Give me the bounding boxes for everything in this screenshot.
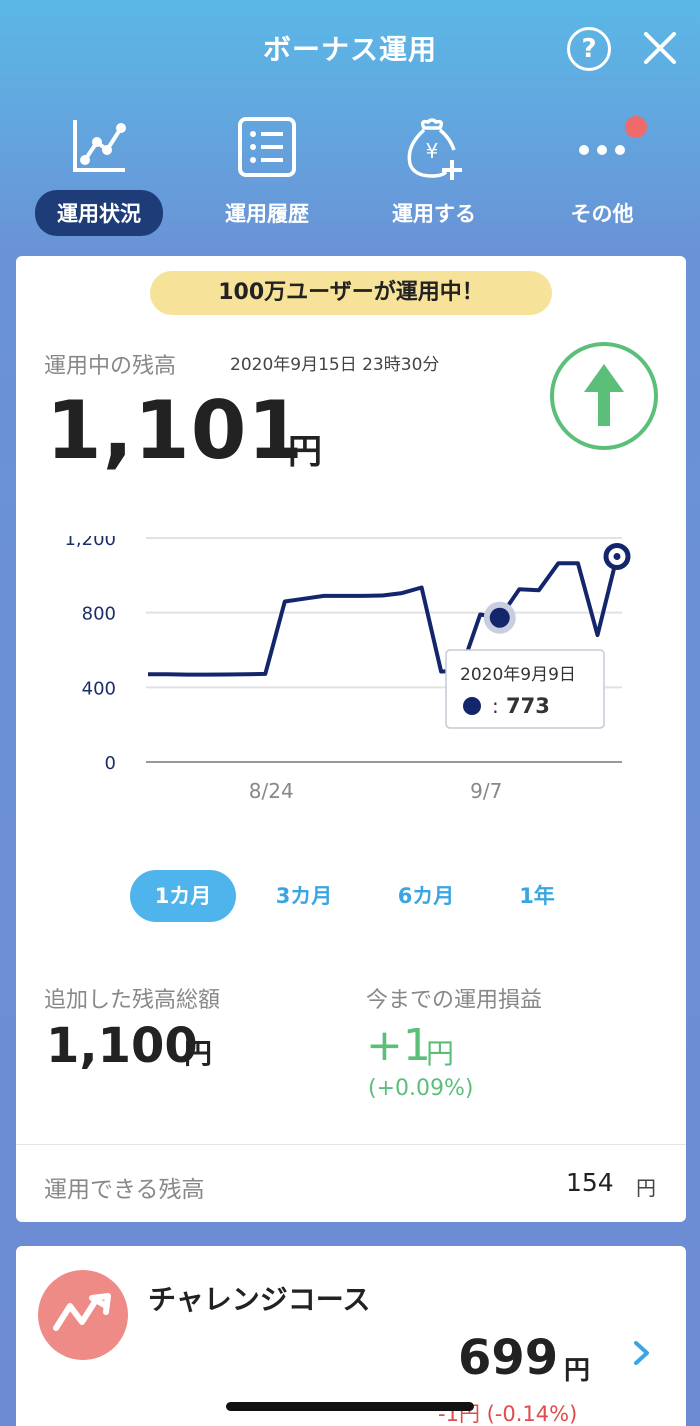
selected-point: [489, 607, 510, 628]
course-icon-badge: [38, 1270, 128, 1360]
nav-label: 運用状況: [35, 190, 163, 236]
balance-label: 運用中の残高: [44, 354, 177, 379]
nav-item-other[interactable]: その他: [532, 108, 672, 238]
nav-label: その他: [570, 202, 634, 226]
course-unit: 円: [564, 1356, 591, 1386]
nav-item-status[interactable]: 運用状況: [29, 108, 169, 238]
x-tick-label: 8/24: [249, 779, 294, 803]
tooltip-separator: :: [492, 694, 499, 718]
nav-item-invest[interactable]: ¥ 運用する: [364, 108, 504, 238]
balance-amount: 1,101: [46, 384, 305, 477]
x-tick-label: 9/7: [470, 779, 502, 803]
latest-point-dot: [613, 552, 621, 560]
nav-label: 運用履歴: [225, 202, 309, 226]
notification-dot: [625, 116, 647, 138]
y-tick-label: 0: [105, 753, 116, 774]
trend-up-icon: [53, 1293, 111, 1331]
trend-indicator: [550, 342, 658, 450]
course-value: 699: [458, 1330, 559, 1386]
available-balance-value: 154: [566, 1168, 614, 1197]
tooltip-value: 773: [506, 694, 550, 718]
top-nav: 運用状況 運用履歴 ¥ 運用する その他: [0, 108, 700, 248]
y-tick-label: 800: [82, 604, 116, 625]
period-tab-1m[interactable]: 1カ月: [130, 870, 236, 922]
nav-label: 運用する: [392, 202, 476, 226]
profit-loss-value: +1: [366, 1020, 431, 1071]
added-total-unit: 円: [184, 1037, 213, 1070]
balance-chart: 1,200 800 400 0 8/24 9/7 2020年9月9日: 773: [64, 536, 631, 803]
period-tab-1y[interactable]: 1年: [492, 870, 582, 922]
course-card[interactable]: チャレンジコース 699 円 -1円 (-0.14%): [16, 1246, 686, 1426]
nav-item-history[interactable]: 運用履歴: [197, 108, 337, 238]
added-total-value: 1,100: [46, 1018, 198, 1074]
available-balance-label: 運用できる残高: [44, 1177, 205, 1203]
course-name: チャレンジコース: [148, 1283, 371, 1316]
close-icon[interactable]: [640, 28, 680, 68]
list-icon: [238, 117, 296, 177]
user-count-banner: 100万ユーザーが運用中！: [150, 271, 552, 315]
profit-loss-percent: (+0.09%): [368, 1076, 474, 1101]
chevron-right-icon[interactable]: [630, 1338, 654, 1368]
y-tick-label: 1,200: [64, 536, 116, 550]
balance-unit: 円: [288, 432, 322, 472]
period-tab-6m[interactable]: 6カ月: [376, 870, 476, 922]
period-tabs: 1カ月 3カ月 6カ月 1年: [16, 870, 686, 924]
profit-loss-unit: 円: [426, 1037, 455, 1070]
header: ボーナス運用 ?: [0, 0, 700, 100]
home-indicator: [226, 1402, 474, 1411]
divider: [16, 1144, 686, 1145]
svg-text:¥: ¥: [426, 139, 439, 163]
period-tab-3m[interactable]: 3カ月: [254, 870, 354, 922]
money-bag-add-icon: ¥: [407, 118, 462, 180]
profit-loss-label: 今までの運用損益: [366, 988, 543, 1013]
balance-card: 100万ユーザーが運用中！ 運用中の残高 2020年9月15日 23時30分 1…: [16, 256, 686, 1222]
tooltip-date: 2020年9月9日: [460, 665, 576, 685]
line-chart-icon: [73, 120, 126, 172]
added-total-label: 追加した残高総額: [44, 988, 221, 1013]
y-tick-label: 400: [82, 678, 116, 699]
tooltip-series-dot: [463, 697, 481, 715]
more-icon: [579, 145, 625, 155]
help-button[interactable]: ?: [567, 27, 611, 71]
balance-date: 2020年9月15日 23時30分: [230, 355, 440, 375]
available-balance-unit: 円: [636, 1176, 656, 1200]
arrow-up-icon: [584, 364, 624, 426]
